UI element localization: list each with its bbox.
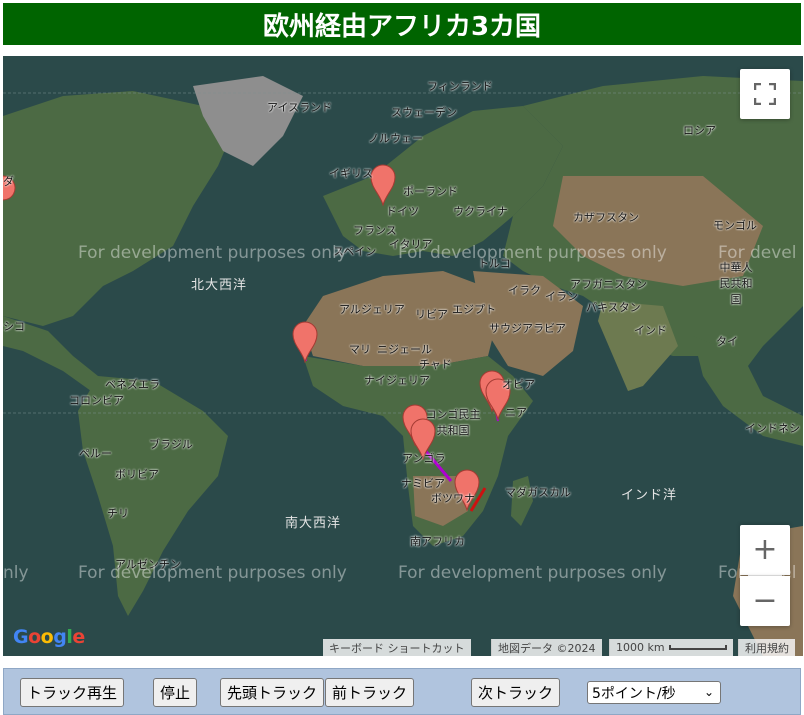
marker-senegal-pin[interactable] <box>292 321 318 363</box>
label-mexico: シコ <box>3 320 25 333</box>
label-ukraine: ウクライナ <box>453 205 508 218</box>
chevron-down-icon: ⌄ <box>703 685 714 699</box>
previous-track-button[interactable]: 前トラック <box>325 678 415 707</box>
label-south-africa: 南アフリカ <box>410 535 465 548</box>
label-venezuela: ベネズエラ <box>105 378 160 391</box>
label-algeria: アルジェリア <box>339 303 405 316</box>
page-title: 欧州経由アフリカ3カ国 <box>262 11 542 42</box>
scale-bar <box>668 645 727 650</box>
watermark-text: For development purposes only <box>398 243 667 263</box>
watermark-text: For devel <box>718 243 797 263</box>
zoom-out-button[interactable]: − <box>740 576 790 626</box>
label-indian-ocean: インド洋 <box>621 488 678 503</box>
stop-button[interactable]: 停止 <box>153 678 198 707</box>
google-logo[interactable]: Google <box>13 626 85 648</box>
label-ethiopia: オピア <box>502 378 535 391</box>
fullscreen-button[interactable] <box>740 69 790 119</box>
label-nigeria: ナイジェリア <box>364 374 430 387</box>
label-chad: チャド <box>419 358 452 371</box>
next-track-button[interactable]: 次トラック <box>471 678 561 707</box>
watermark-text: For development purposes only <box>78 243 347 263</box>
shortcuts-label: キーボード ショートカット <box>329 641 465 655</box>
minus-icon: − <box>752 583 778 618</box>
label-mali: マリ <box>349 343 371 356</box>
label-china: 中華人民共和国 <box>719 261 753 306</box>
label-iceland: アイスランド <box>267 101 333 114</box>
map-data-label: 地図データ ©2024 <box>498 641 596 655</box>
label-namibia: ナミビア <box>401 477 445 490</box>
label-drc: コンゴ民主共和国 <box>425 408 481 437</box>
label-afghanistan: アフガニスタン <box>570 278 647 291</box>
label-brazil: ブラジル <box>149 438 193 451</box>
speed-select-value: 5ポイント/秒 <box>592 685 676 702</box>
play-track-button[interactable]: トラック再生 <box>20 678 125 707</box>
label-norway: ノルウェー <box>368 132 423 145</box>
label-poland: ポーランド <box>403 185 458 198</box>
scale-label: 1000 km <box>616 641 665 654</box>
zoom-in-button[interactable]: + <box>740 525 790 575</box>
label-uk: イギリス <box>329 167 373 180</box>
first-track-button[interactable]: 先頭トラック <box>220 678 325 707</box>
keyboard-shortcuts-link[interactable]: キーボード ショートカット <box>323 639 471 656</box>
label-indonesia: インドネシ <box>745 422 800 435</box>
label-thailand: タイ <box>716 335 738 348</box>
label-russia: ロシア <box>683 124 716 137</box>
label-pakistan: パキスタン <box>586 301 641 314</box>
fullscreen-icon <box>754 83 776 105</box>
terms-label: 利用規約 <box>745 641 789 655</box>
label-north-atlantic: 北大西洋 <box>191 278 248 293</box>
label-mongolia: モンゴル <box>713 219 757 232</box>
label-niger: ニジェール <box>377 343 432 356</box>
label-bolivia: ボリビア <box>115 468 159 481</box>
map-data-attribution: 地図データ ©2024 <box>491 639 602 656</box>
track-toolbar: トラック再生 停止 先頭トラック 前トラック 次トラック 5ポイント/秒 ⌄ <box>3 668 801 715</box>
map-view[interactable]: フィンランド アイスランド スウェーデン ノルウェー ロシア イギリス ポーラン… <box>3 56 803 656</box>
label-egypt: エジプト <box>452 303 496 316</box>
marker-london-pin[interactable] <box>370 164 396 206</box>
label-kenya: ニア <box>505 406 527 419</box>
label-peru: ペルー <box>79 447 112 460</box>
label-south-atlantic: 南大西洋 <box>285 516 342 531</box>
label-india: インド <box>634 324 667 337</box>
label-madagascar: マダガスカル <box>505 486 571 499</box>
label-germany: ドイツ <box>386 205 419 218</box>
terms-link[interactable]: 利用規約 <box>738 639 795 656</box>
label-saudi: サウジアラビア <box>489 322 566 335</box>
label-canada: ダ <box>3 175 14 188</box>
label-botswana: ボツワナ <box>431 492 475 505</box>
label-kazakhstan: カザフスタン <box>573 211 639 224</box>
label-chile: チリ <box>107 507 129 520</box>
watermark-text: For development purposes only <box>398 563 667 583</box>
label-libya: リビア <box>415 308 448 321</box>
page-title-bar: 欧州経由アフリカ3カ国 <box>3 3 801 45</box>
watermark-text: nly <box>3 563 29 583</box>
label-iraq: イラク <box>508 284 541 297</box>
label-sweden: スウェーデン <box>391 106 457 119</box>
label-colombia: コロンビア <box>69 394 124 407</box>
watermark-text: For development purposes only <box>78 563 347 583</box>
scale-control[interactable]: 1000 km <box>609 639 733 656</box>
speed-select[interactable]: 5ポイント/秒 ⌄ <box>587 681 721 704</box>
label-angola: アンゴラ <box>402 452 446 465</box>
label-finland: フィンランド <box>427 80 493 93</box>
plus-icon: + <box>752 532 778 567</box>
